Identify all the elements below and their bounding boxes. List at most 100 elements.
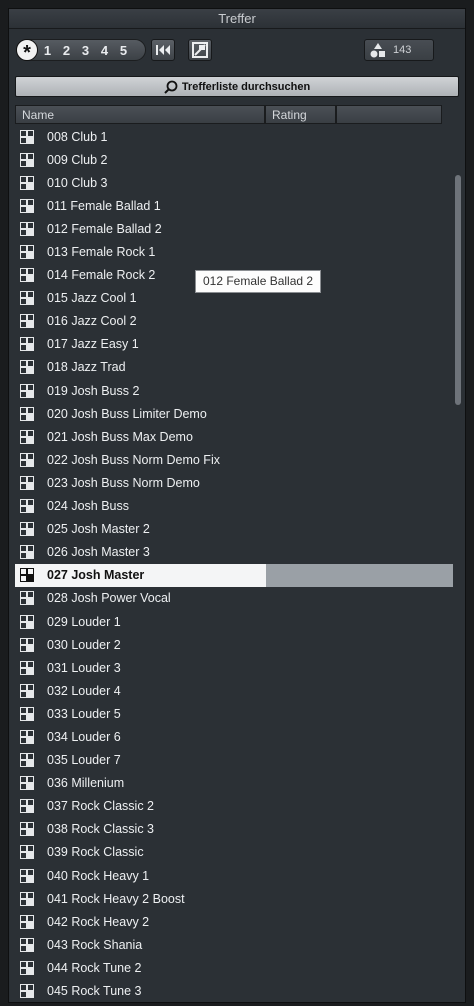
table-row[interactable]: 029 Louder 1 — [15, 610, 446, 633]
table-row[interactable]: 012 Female Ballad 2 — [15, 217, 446, 240]
results-list[interactable]: 008 Club 1 009 Club 2 010 Club 3 011 Female… — [15, 125, 453, 1002]
table-row[interactable]: 026 Josh Master 3 — [15, 541, 446, 564]
preset-icon — [20, 868, 34, 883]
table-row[interactable]: 020 Josh Buss Limiter Demo — [15, 402, 446, 425]
preset-icon — [20, 291, 34, 306]
table-row[interactable]: 013 Female Rock 1 — [15, 240, 446, 263]
table-row[interactable]: 043 Rock Shania — [15, 933, 446, 956]
table-row[interactable]: 037 Rock Classic 2 — [15, 795, 446, 818]
preset-icon — [20, 568, 34, 583]
row-name: 041 Rock Heavy 2 Boost — [47, 891, 185, 906]
preset-icon — [20, 776, 34, 791]
table-row[interactable]: 042 Rock Heavy 2 — [15, 910, 446, 933]
table-row[interactable]: 038 Rock Classic 3 — [15, 818, 446, 841]
preset-icon — [20, 845, 34, 860]
row-name: 013 Female Rock 1 — [47, 245, 156, 260]
row-name: 019 Josh Buss 2 — [47, 383, 140, 398]
preset-icon — [20, 175, 34, 190]
preset-icon — [20, 753, 34, 768]
preset-icon — [20, 406, 34, 421]
row-name: 022 Josh Buss Norm Demo Fix — [47, 452, 220, 467]
preset-icon — [20, 637, 34, 652]
preset-icon — [20, 729, 34, 744]
table-row[interactable]: 021 Josh Buss Max Demo — [15, 425, 446, 448]
scrollbar[interactable] — [454, 127, 463, 1002]
row-name: 034 Louder 6 — [47, 729, 121, 744]
row-name: 038 Rock Classic 3 — [47, 822, 154, 837]
table-row[interactable]: 009 Club 2 — [15, 148, 446, 171]
column-name[interactable]: Name — [15, 105, 265, 124]
row-name: 011 Female Ballad 1 — [47, 198, 161, 213]
table-row[interactable]: 028 Josh Power Vocal — [15, 587, 446, 610]
search-label: Trefferliste durchsuchen — [181, 80, 311, 93]
search-icon — [164, 80, 178, 94]
reset-filter-button[interactable] — [188, 39, 212, 61]
preset-icon — [20, 360, 34, 375]
table-row[interactable]: 018 Jazz Trad — [15, 356, 446, 379]
table-row[interactable]: 008 Club 1 — [15, 125, 446, 148]
table-row[interactable]: 035 Louder 7 — [15, 749, 446, 772]
column-empty — [336, 105, 442, 124]
table-row[interactable]: 023 Josh Buss Norm Demo — [15, 471, 446, 494]
row-name: 020 Josh Buss Limiter Demo — [47, 406, 207, 421]
tooltip: 012 Female Ballad 2 — [195, 270, 322, 293]
row-name: 042 Rock Heavy 2 — [47, 914, 150, 929]
results-panel: Treffer * 1 2 3 4 5 143 Trefferliste dur… — [8, 8, 466, 1003]
row-name: 030 Louder 2 — [47, 637, 121, 652]
row-name: 035 Louder 7 — [47, 753, 121, 768]
table-row[interactable]: 011 Female Ballad 1 — [15, 194, 446, 217]
row-name: 008 Club 1 — [47, 129, 108, 144]
preset-icon — [20, 891, 34, 906]
preset-icon — [20, 591, 34, 606]
row-name: 026 Josh Master 3 — [47, 545, 150, 560]
search-results-button[interactable]: Trefferliste durchsuchen — [15, 76, 459, 97]
row-name: 012 Female Ballad 2 — [47, 221, 162, 236]
table-row[interactable]: 040 Rock Heavy 1 — [15, 864, 446, 887]
preset-icon — [20, 337, 34, 352]
table-row[interactable]: 039 Rock Classic — [15, 841, 446, 864]
table-row[interactable]: 022 Josh Buss Norm Demo Fix — [15, 448, 446, 471]
table-row[interactable]: 016 Jazz Cool 2 — [15, 310, 446, 333]
panel-title: Treffer — [9, 9, 465, 29]
table-row[interactable]: 045 Rock Tune 3 — [15, 979, 446, 1002]
table-row[interactable]: 019 Josh Buss 2 — [15, 379, 446, 402]
table-row[interactable]: 025 Josh Master 2 — [15, 518, 446, 541]
skip-to-start-button[interactable] — [151, 39, 175, 61]
scrollbar-thumb[interactable] — [455, 175, 461, 405]
row-name: 033 Louder 5 — [47, 706, 121, 721]
table-row[interactable]: 033 Louder 5 — [15, 702, 446, 725]
rating-all-button[interactable]: * — [16, 39, 38, 64]
preset-icon — [20, 475, 34, 490]
table-row-selected[interactable]: 027 Josh Master — [15, 563, 453, 587]
rating-2-button[interactable]: 2 — [57, 43, 76, 58]
rating-filter[interactable]: * 1 2 3 4 5 — [16, 39, 146, 64]
rating-4-button[interactable]: 4 — [95, 43, 114, 58]
rating-5-button[interactable]: 5 — [114, 43, 133, 58]
table-row[interactable]: 017 Jazz Easy 1 — [15, 333, 446, 356]
rating-cell — [266, 563, 453, 587]
preset-icon — [20, 683, 34, 698]
row-name: 036 Millenium — [47, 776, 125, 791]
rating-3-button[interactable]: 3 — [76, 43, 95, 58]
row-name: 025 Josh Master 2 — [47, 522, 150, 537]
preset-icon — [20, 522, 34, 537]
row-name: 044 Rock Tune 2 — [47, 960, 142, 975]
table-row[interactable]: 036 Millenium — [15, 772, 446, 795]
table-row[interactable]: 031 Louder 3 — [15, 656, 446, 679]
rating-1-button[interactable]: 1 — [38, 43, 57, 58]
preset-icon — [20, 960, 34, 975]
preset-icon — [20, 268, 34, 283]
table-row[interactable]: 041 Rock Heavy 2 Boost — [15, 887, 446, 910]
preset-icon — [20, 314, 34, 329]
preset-icon — [20, 221, 34, 236]
table-row[interactable]: 024 Josh Buss — [15, 495, 446, 518]
row-name: 032 Louder 4 — [47, 683, 121, 698]
table-row[interactable]: 030 Louder 2 — [15, 633, 446, 656]
column-rating[interactable]: Rating — [265, 105, 336, 124]
row-name: 023 Josh Buss Norm Demo — [47, 475, 200, 490]
preset-icon — [20, 452, 34, 467]
table-row[interactable]: 034 Louder 6 — [15, 725, 446, 748]
table-row[interactable]: 044 Rock Tune 2 — [15, 956, 446, 979]
table-row[interactable]: 010 Club 3 — [15, 171, 446, 194]
table-row[interactable]: 032 Louder 4 — [15, 679, 446, 702]
